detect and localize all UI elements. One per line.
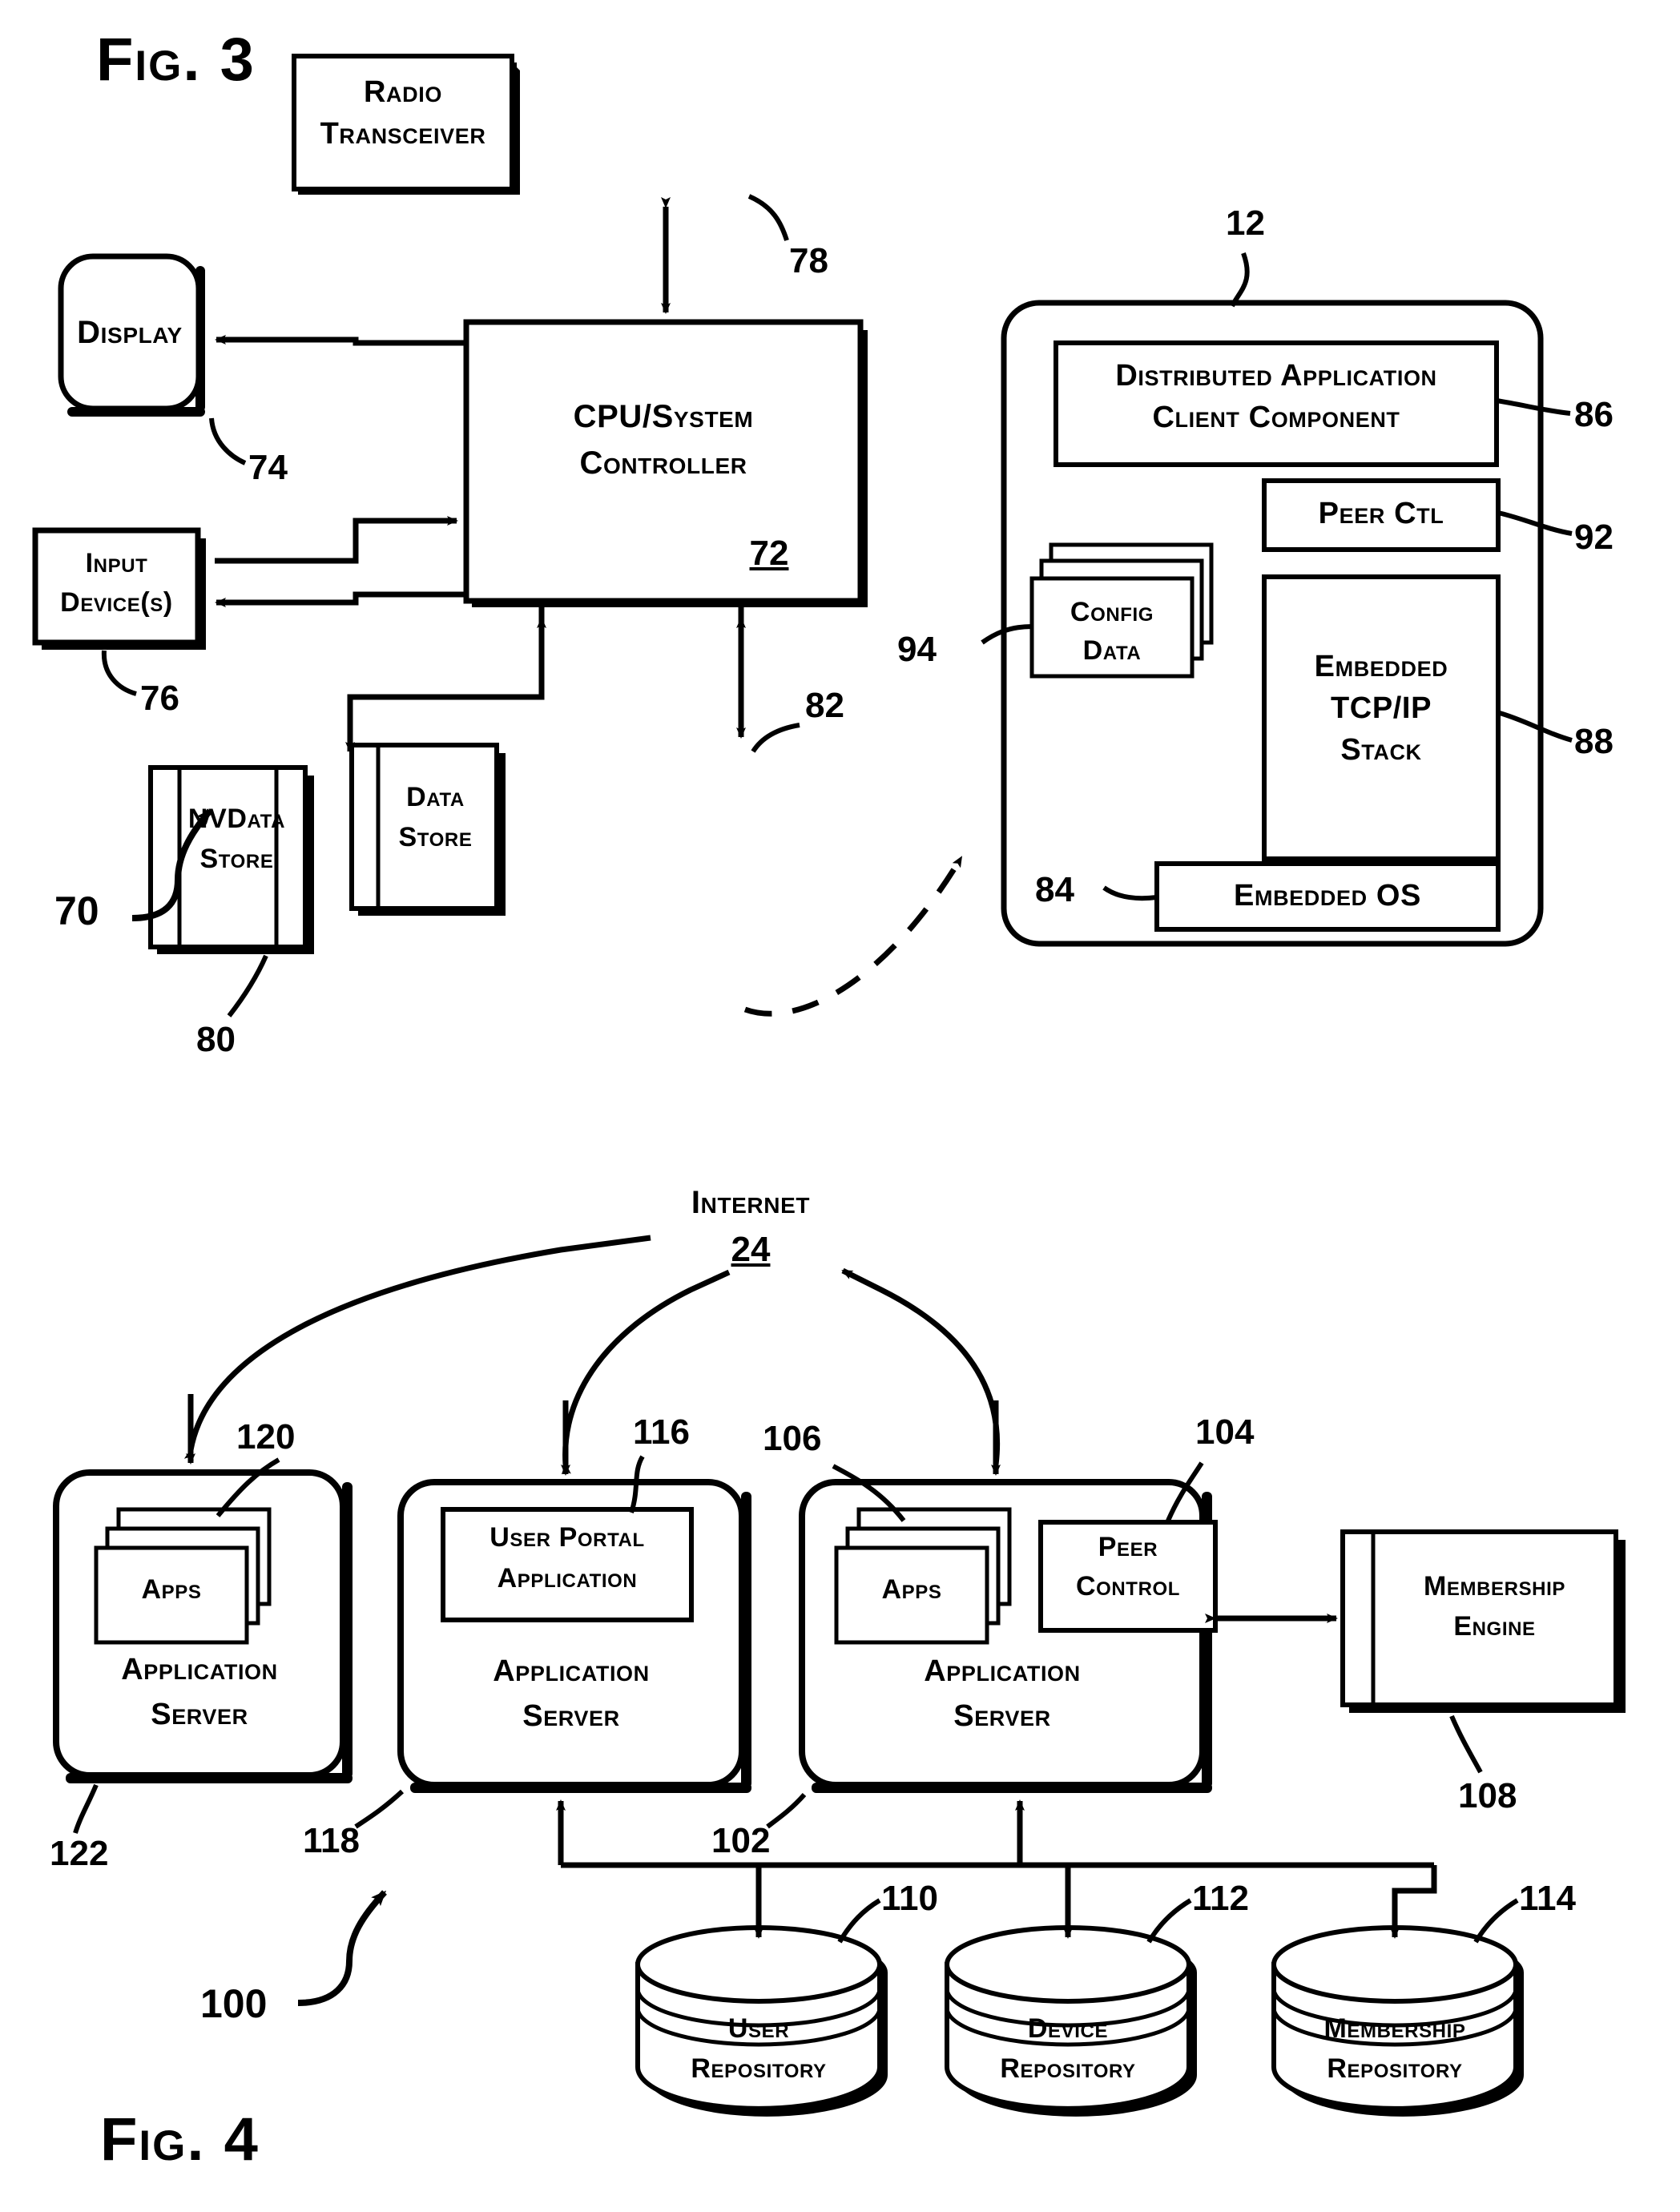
ref-70: 70 — [54, 888, 99, 933]
leader-80 — [227, 954, 268, 1017]
leader-110 — [837, 1898, 881, 1944]
connector-cpu-nvdata — [345, 607, 545, 753]
user-portal-application-label-line1: User Portal — [489, 1522, 645, 1553]
ref-116: 116 — [633, 1412, 690, 1452]
leader-82 — [751, 723, 800, 753]
leader-74 — [209, 417, 247, 465]
user-portal-application-label-line2: Application — [497, 1563, 638, 1594]
distributed-app-client-component-label-line1: Distributed Application — [1115, 359, 1437, 393]
connector-cpu-display — [215, 335, 466, 346]
ref-100: 100 — [200, 1981, 268, 2026]
ref-108: 108 — [1458, 1776, 1517, 1815]
ref-76: 76 — [140, 679, 179, 718]
embedded-tcpip-label-line2: TCP/IP — [1330, 691, 1432, 725]
embedded-os-label: Embedded OS — [1234, 879, 1421, 913]
leader-112 — [1146, 1898, 1192, 1944]
leader-78 — [747, 194, 789, 241]
data-store-label-line1: Data — [406, 782, 465, 812]
leader-114 — [1473, 1898, 1519, 1944]
ref-120: 120 — [236, 1417, 296, 1457]
membership-engine-label-line2: Engine — [1453, 1611, 1536, 1642]
ref-86: 86 — [1574, 395, 1614, 434]
distributed-app-client-component-label-line2: Client Component — [1152, 401, 1400, 434]
radio-transceiver-label-line1: Radio — [364, 75, 442, 109]
display-label: Display — [77, 315, 183, 350]
ref-122: 122 — [50, 1834, 109, 1873]
application-server-mid-label-line1: Application — [493, 1654, 650, 1688]
application-server-right-label-line2: Server — [953, 1699, 1051, 1733]
config-data-label-line2: Data — [1082, 635, 1142, 666]
cpu-label-line1: CPU/System — [573, 399, 754, 434]
connector-cpu-input — [215, 591, 466, 607]
ref-84: 84 — [1035, 870, 1074, 909]
repository-bus — [556, 1799, 1437, 1939]
leader-12 — [1230, 252, 1250, 308]
apps-right-label: Apps — [881, 1574, 942, 1605]
membership-engine-label-line1: Membership — [1423, 1571, 1565, 1602]
ref-114: 114 — [1519, 1879, 1576, 1918]
data-store-label-line2: Store — [398, 822, 473, 852]
diagram-vector-layer — [32, 54, 1626, 2117]
cpu-label-line2: Controller — [579, 445, 747, 481]
input-devices-label-line1: Input — [85, 548, 148, 578]
internet-label: Internet — [691, 1185, 811, 1220]
leader-122 — [73, 1783, 99, 1834]
device-repository-label-line2: Repository — [1000, 2053, 1136, 2084]
ref-112: 112 — [1192, 1879, 1249, 1918]
ref-74: 74 — [248, 448, 288, 487]
connector-input-cpu — [215, 516, 458, 564]
application-server-right-label-line1: Application — [924, 1654, 1081, 1688]
connector-datastore-device-dashed — [743, 856, 965, 1017]
ref-12: 12 — [1226, 203, 1265, 243]
ref-80: 80 — [196, 1020, 236, 1059]
peer-ctl-label: Peer Ctl — [1318, 497, 1444, 530]
ref-24: 24 — [731, 1230, 771, 1269]
ref-72-inside: 72 — [749, 534, 789, 573]
application-server-mid-label-line2: Server — [522, 1699, 620, 1733]
embedded-tcpip-label-line3: Stack — [1340, 733, 1422, 767]
embedded-tcpip-label-line1: Embedded — [1314, 650, 1448, 683]
nvdata-store-label-line1: NVData — [187, 804, 286, 834]
nvdata-store-label-line2: Store — [199, 844, 274, 874]
peer-control-label-line2: Control — [1075, 1571, 1181, 1602]
patent-drawing-sheet: Fig. 3 Radio Transceiver 78 CPU/System C… — [0, 0, 1680, 2212]
application-server-left-label-line1: Application — [121, 1653, 278, 1686]
config-data-label-line1: Config — [1070, 597, 1154, 627]
ref-92: 92 — [1574, 518, 1614, 557]
peer-control-label-line1: Peer — [1098, 1532, 1158, 1562]
ref-104: 104 — [1195, 1412, 1255, 1452]
leader-108 — [1449, 1714, 1483, 1774]
input-devices-label-line2: Device(s) — [60, 587, 173, 618]
leader-100-arrow — [297, 1890, 387, 2006]
leader-76 — [101, 650, 137, 696]
ref-78: 78 — [789, 241, 828, 280]
application-server-left-label-line2: Server — [151, 1698, 248, 1731]
ref-110: 110 — [881, 1879, 938, 1918]
device-repository-label-line1: Device — [1027, 2013, 1109, 2044]
ref-94: 94 — [897, 630, 937, 669]
membership-repository-label-line2: Repository — [1327, 2053, 1463, 2084]
ref-102: 102 — [711, 1821, 771, 1860]
user-repository-label-line2: Repository — [691, 2053, 827, 2084]
apps-left-label: Apps — [141, 1574, 202, 1605]
ref-82: 82 — [805, 686, 844, 725]
ref-106: 106 — [763, 1419, 822, 1458]
user-repository-label-line1: User — [727, 2013, 790, 2044]
radio-transceiver-label-line2: Transceiver — [320, 117, 486, 151]
figure-4-title: Fig. 4 — [100, 2105, 260, 2174]
ref-118: 118 — [303, 1821, 360, 1860]
ref-88: 88 — [1574, 722, 1614, 761]
membership-repository-label-line1: Membership — [1323, 2013, 1466, 2044]
